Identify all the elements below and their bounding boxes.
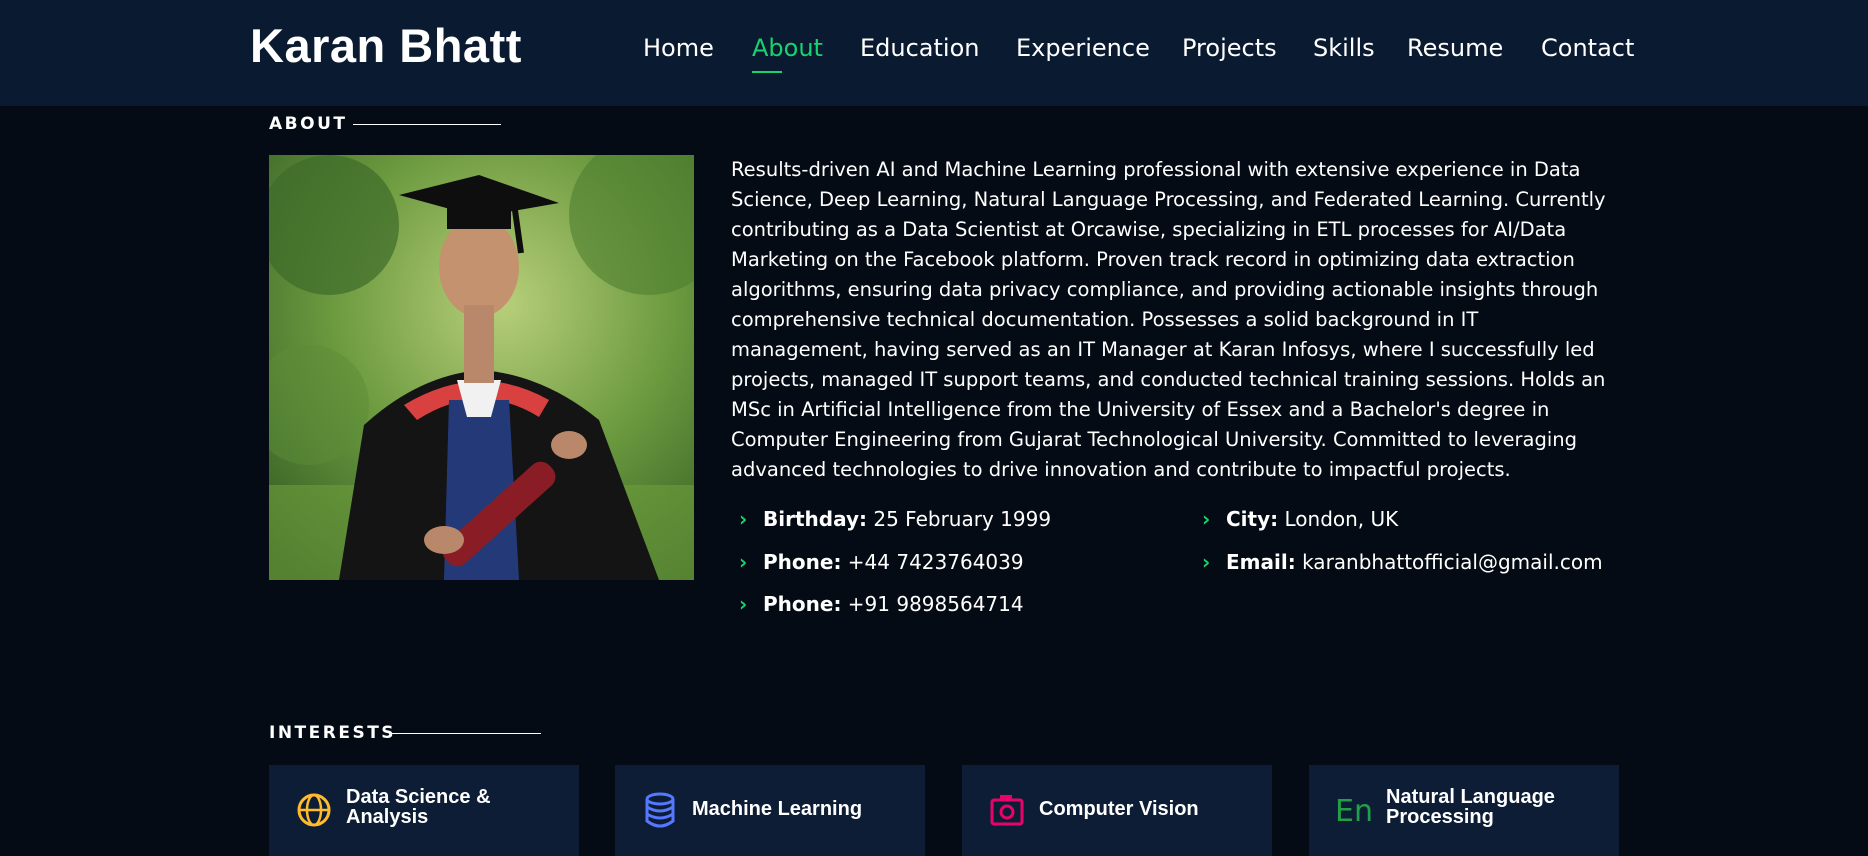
chevron-right-icon: › <box>739 592 748 616</box>
nav-education[interactable]: Education <box>860 34 979 62</box>
nav-experience[interactable]: Experience <box>1016 34 1150 62</box>
interest-card-machine-learning: Machine Learning <box>615 765 925 856</box>
svg-text:En: En <box>1335 794 1373 829</box>
camera-icon <box>990 795 1024 826</box>
info-birthday: › Birthday: 25 February 1999 <box>739 507 1051 531</box>
chevron-right-icon: › <box>739 550 748 574</box>
info-value: 25 February 1999 <box>873 507 1052 531</box>
info-label: Phone: <box>763 592 842 616</box>
about-section-title: ABOUT <box>269 114 348 134</box>
info-label: City: <box>1226 507 1279 531</box>
interest-label: Natural Language Processing <box>1386 786 1555 828</box>
interest-label: Machine Learning <box>692 798 863 820</box>
interest-label: Computer Vision <box>1039 798 1199 820</box>
info-label: Phone: <box>763 550 842 574</box>
info-value: +91 9898564714 <box>847 592 1024 616</box>
interest-card-data-science: Data Science & Analysis <box>269 765 579 856</box>
interests-section-title: INTERESTS <box>269 723 397 743</box>
about-bio: Results-driven AI and Machine Learning p… <box>731 158 1606 481</box>
language-icon: En <box>1335 794 1373 829</box>
about-title-line <box>353 124 501 125</box>
interest-card-computer-vision: Computer Vision <box>962 765 1272 856</box>
nav-about[interactable]: About <box>752 34 823 62</box>
database-icon <box>645 792 675 828</box>
info-label: Birthday: <box>763 507 867 531</box>
profile-photo <box>269 155 694 580</box>
nav-home[interactable]: Home <box>643 34 714 62</box>
active-nav-indicator <box>752 71 782 73</box>
chevron-right-icon: › <box>1202 550 1211 574</box>
nav-contact[interactable]: Contact <box>1541 34 1634 62</box>
site-header: Karan Bhatt Home About Education Experie… <box>0 0 1868 106</box>
chevron-right-icon: › <box>739 507 748 531</box>
interest-label: Data Science & Analysis <box>346 786 491 828</box>
info-city: › City: London, UK <box>1202 507 1398 531</box>
main-nav: Home About Education Experience Projects… <box>0 0 1868 106</box>
info-phone-in: › Phone: +91 9898564714 <box>739 592 1024 616</box>
info-value: London, UK <box>1284 507 1399 531</box>
nav-projects[interactable]: Projects <box>1182 34 1277 62</box>
info-phone-uk: › Phone: +44 7423764039 <box>739 550 1024 574</box>
interests-title-line <box>391 733 541 734</box>
globe-icon <box>297 793 331 827</box>
chevron-right-icon: › <box>1202 507 1211 531</box>
info-email: › Email: karanbhattofficial@gmail.com <box>1202 550 1603 574</box>
info-value[interactable]: karanbhattofficial@gmail.com <box>1302 550 1603 574</box>
interest-card-nlp: En Natural Language Processing <box>1309 765 1619 856</box>
info-value: +44 7423764039 <box>847 550 1024 574</box>
nav-skills[interactable]: Skills <box>1313 34 1375 62</box>
info-label: Email: <box>1226 550 1296 574</box>
nav-resume[interactable]: Resume <box>1407 34 1503 62</box>
